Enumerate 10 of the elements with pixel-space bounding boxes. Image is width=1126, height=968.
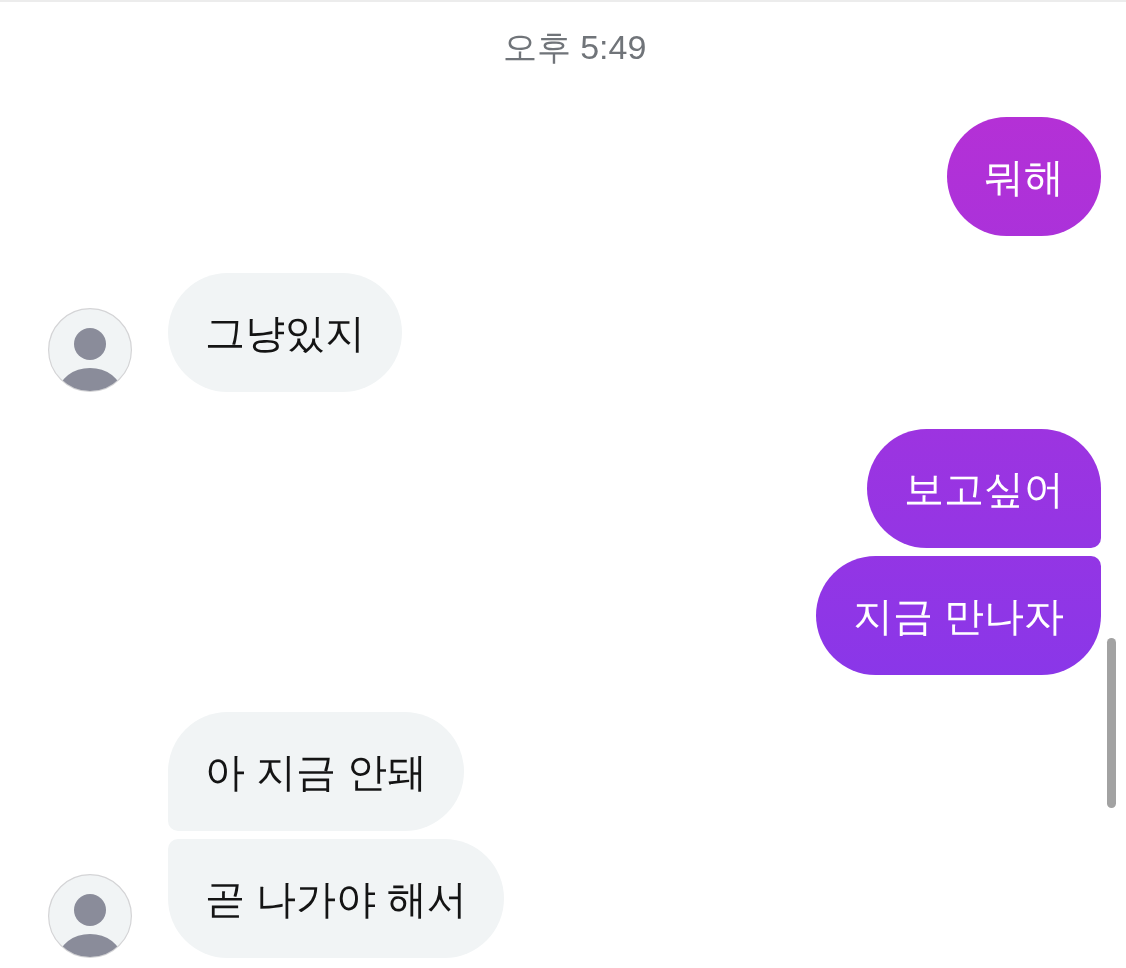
message-bubble: 보고싶어 [867,429,1101,548]
scrollbar-thumb[interactable] [1107,638,1116,808]
message-bubble: 그냥있지 [168,273,402,392]
avatar-icon [48,308,132,392]
avatar-icon [48,874,132,958]
message-bubble: 아 지금 안돼 [168,712,465,831]
message-bubble: 뭐해 [947,117,1101,236]
message-bubble: 지금 만나자 [815,556,1101,675]
message-bubble: 곧 나가야 해서 [168,839,505,958]
timestamp: 오후 5:49 [502,27,647,68]
